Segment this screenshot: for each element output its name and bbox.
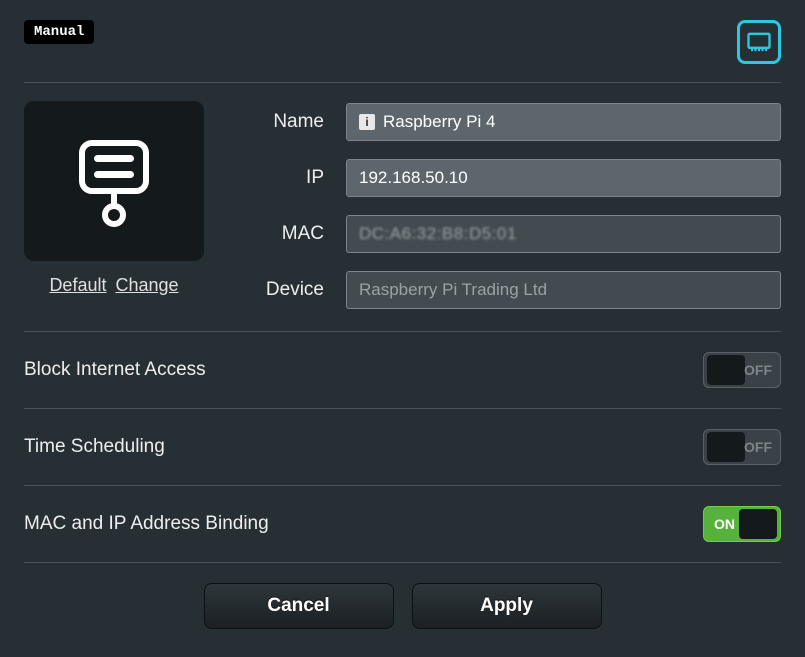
- ip-value: 192.168.50.10: [359, 168, 468, 188]
- device-type-icon: [24, 101, 204, 261]
- apply-button[interactable]: Apply: [412, 583, 602, 629]
- block-internet-toggle[interactable]: OFF: [703, 352, 781, 388]
- ip-row: IP 192.168.50.10: [228, 159, 781, 197]
- mac-value: DC:A6:32:B8:D5:01: [359, 224, 517, 244]
- device-type-row: Device Raspberry Pi Trading Ltd: [228, 271, 781, 309]
- block-internet-label: Block Internet Access: [24, 359, 206, 381]
- ip-label: IP: [228, 167, 324, 189]
- info-icon: i: [359, 114, 375, 130]
- ip-field[interactable]: 192.168.50.10: [346, 159, 781, 197]
- device-value: Raspberry Pi Trading Ltd: [359, 280, 547, 300]
- toggle-knob: [739, 509, 777, 539]
- toggle-state: OFF: [744, 439, 772, 455]
- device-form: Name i Raspberry Pi 4 IP 192.168.50.10 M…: [228, 101, 781, 309]
- mac-ip-binding-toggle[interactable]: ON: [703, 506, 781, 542]
- cancel-button[interactable]: Cancel: [204, 583, 394, 629]
- toggle-state: ON: [714, 516, 735, 532]
- device-label: Device: [228, 279, 324, 301]
- name-field[interactable]: i Raspberry Pi 4: [346, 103, 781, 141]
- time-scheduling-row: Time Scheduling OFF: [24, 409, 781, 485]
- toggle-knob: [707, 432, 745, 462]
- mac-field: DC:A6:32:B8:D5:01: [346, 215, 781, 253]
- device-visual: Default Change: [24, 101, 204, 309]
- network-port-icon[interactable]: [737, 20, 781, 64]
- block-internet-row: Block Internet Access OFF: [24, 332, 781, 408]
- name-label: Name: [228, 111, 324, 133]
- mac-label: MAC: [228, 223, 324, 245]
- topbar: Manual: [24, 20, 781, 64]
- default-link[interactable]: Default: [49, 275, 106, 295]
- time-scheduling-label: Time Scheduling: [24, 436, 165, 458]
- mac-ip-binding-row: MAC and IP Address Binding ON: [24, 486, 781, 562]
- time-scheduling-toggle[interactable]: OFF: [703, 429, 781, 465]
- manual-badge: Manual: [24, 20, 94, 44]
- toggle-state: OFF: [744, 362, 772, 378]
- mac-ip-binding-label: MAC and IP Address Binding: [24, 513, 269, 535]
- mac-row: MAC DC:A6:32:B8:D5:01: [228, 215, 781, 253]
- device-field: Raspberry Pi Trading Ltd: [346, 271, 781, 309]
- name-value: Raspberry Pi 4: [383, 112, 495, 132]
- name-row: Name i Raspberry Pi 4: [228, 103, 781, 141]
- device-settings-panel: Manual Default Change: [0, 0, 805, 657]
- device-icon-actions: Default Change: [24, 275, 204, 296]
- toggle-knob: [707, 355, 745, 385]
- change-link[interactable]: Change: [116, 275, 179, 295]
- device-info-block: Default Change Name i Raspberry Pi 4 IP …: [24, 83, 781, 331]
- action-buttons: Cancel Apply: [24, 563, 781, 637]
